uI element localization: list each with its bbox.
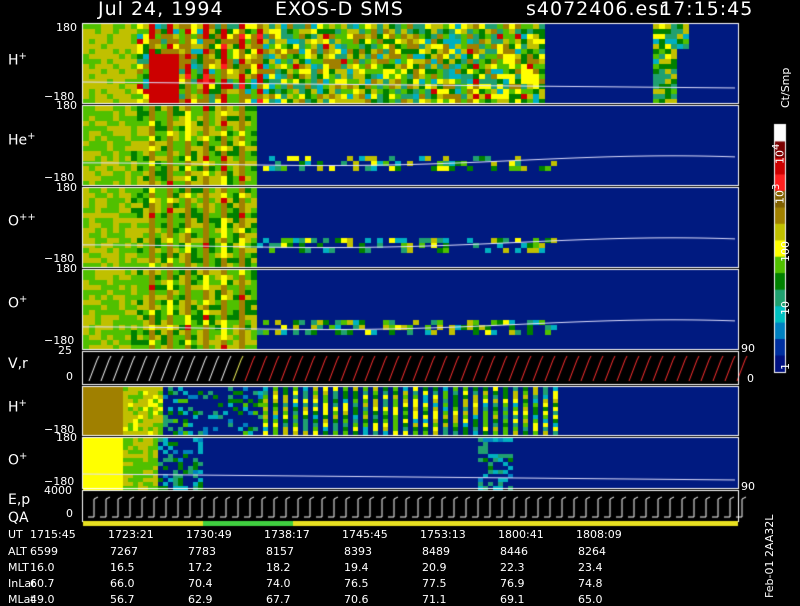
title-mission: EXOS-D SMS: [275, 0, 404, 20]
panel-label-vr: V,r: [8, 356, 28, 372]
panel-label-he-plus: He+: [8, 131, 36, 149]
panel-label-o-plus-2: O+: [8, 451, 28, 469]
orbit-cell: 1808:09: [576, 528, 622, 541]
orbit-cell: 66.0: [110, 577, 135, 590]
orbit-cell: 76.5: [344, 577, 369, 590]
orbit-cell: 7267: [110, 545, 138, 558]
panel-label-h-plus-1: H+: [8, 51, 27, 69]
orbit-cell: 77.5: [422, 577, 447, 590]
ytick-bottom: 0: [66, 507, 73, 520]
orbit-cell: 20.9: [422, 561, 447, 574]
orbit-cell: 1753:13: [420, 528, 466, 541]
ytick-right-top: 90: [741, 342, 755, 355]
panel-label-o-plusplus: O++: [8, 212, 36, 230]
ytick-bottom: 0: [66, 370, 73, 383]
ytick-right-bottom: 0: [747, 372, 754, 385]
orbit-cell: 1730:49: [186, 528, 232, 541]
orbit-cell: 6599: [30, 545, 58, 558]
ytick-top: 180: [56, 431, 77, 444]
orbit-cell: 22.3: [500, 561, 525, 574]
ytick-top: 180: [56, 99, 77, 112]
colorbar-tick-1e4: 104: [771, 143, 787, 164]
orbit-cell: 19.4: [344, 561, 369, 574]
title-file: s4072406.esr: [526, 0, 668, 20]
ytick-top: 4000: [44, 484, 72, 497]
orbit-cell: 1738:17: [264, 528, 310, 541]
orbit-cell: 70.4: [188, 577, 213, 590]
ytick-right-bottom: 90: [741, 480, 755, 493]
orbit-cell: 1715:45: [30, 528, 76, 541]
title-time: 17:15:45: [660, 0, 754, 20]
orbit-cell: 18.2: [266, 561, 291, 574]
orbit-cell: 60.7: [30, 577, 55, 590]
orbit-cell: 1800:41: [498, 528, 544, 541]
orbit-cell: 7783: [188, 545, 216, 558]
orbit-row-label: UT: [8, 528, 23, 541]
panel-label-qa: QA: [8, 510, 29, 526]
spectrogram-canvas: [0, 0, 800, 600]
orbit-cell: 8157: [266, 545, 294, 558]
panel-label-h-plus-2: H+: [8, 398, 27, 416]
colorbar-tick-100: 100: [779, 241, 792, 262]
orbit-cell: 8489: [422, 545, 450, 558]
orbit-cell: 74.0: [266, 577, 291, 590]
orbit-cell: 1745:45: [342, 528, 388, 541]
colorbar-tick-10: 10: [779, 301, 792, 315]
orbit-row-label: MLT: [8, 561, 29, 574]
orbit-cell: 74.8: [578, 577, 603, 590]
orbit-cell: 76.9: [500, 577, 525, 590]
panel-label-o-plus-1: O+: [8, 294, 28, 312]
orbit-cell: 23.4: [578, 561, 603, 574]
colorbar-tick-1e3: 103: [771, 183, 787, 204]
orbit-cell: 16.5: [110, 561, 135, 574]
ytick-top: 25: [58, 344, 72, 357]
orbit-cell: 8393: [344, 545, 372, 558]
orbit-cell: 17.2: [188, 561, 213, 574]
ytick-top: 180: [56, 181, 77, 194]
orbit-cell: 16.0: [30, 561, 55, 574]
panel-label-ep: E,p: [8, 492, 31, 508]
colorbar-unit: Ct/Smp: [779, 67, 792, 108]
title-date: Jul 24, 1994: [98, 0, 224, 20]
orbit-row-label: ALT: [8, 545, 27, 558]
orbit-cell: 8446: [500, 545, 528, 558]
ytick-top: 180: [56, 262, 77, 275]
footer-stamp: Feb-01 2AA32L: [763, 514, 776, 598]
orbit-cell: 8264: [578, 545, 606, 558]
ytick-top: 180: [56, 21, 77, 34]
colorbar-tick-1: 1: [779, 363, 792, 370]
orbit-cell: 1723:21: [108, 528, 154, 541]
